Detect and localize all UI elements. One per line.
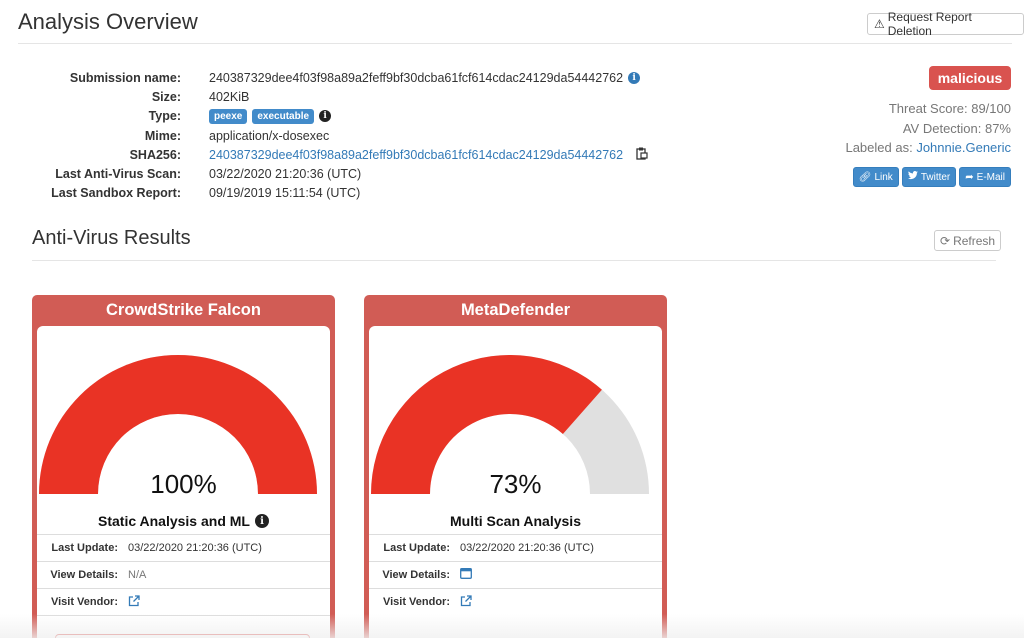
size-label: Size:	[151, 89, 181, 104]
link-icon: 🔗︎	[858, 171, 872, 183]
last-update-label: Last Update:	[383, 542, 450, 554]
av-detection: AV Detection: 87%	[902, 120, 1011, 136]
info-icon[interactable]: i	[319, 110, 332, 123]
visit-vendor-label: Visit Vendor:	[50, 596, 118, 608]
visit-vendor-row: Visit Vendor:	[369, 588, 662, 615]
clipboard-icon[interactable]	[636, 147, 648, 163]
last-av-scan-label: Last Anti-Virus Scan:	[55, 167, 181, 182]
detection-percent: 73%	[489, 469, 542, 499]
view-details-value: N/A	[128, 569, 147, 581]
engine-name-label: Multi Scan Analysis	[450, 513, 581, 529]
labeled-as: Labeled as: Johnnie.Generic	[845, 138, 1011, 158]
sha256-link[interactable]: 240387329dee4f03f98a89a2feff9bf30dcba61f…	[209, 148, 623, 162]
size-row: Size: 402KiB	[30, 87, 648, 106]
last-sandbox-row: Last Sandbox Report: 09/19/2019 15:11:54…	[30, 184, 648, 203]
view-details-label: View Details:	[382, 569, 450, 581]
av-results-title: Anti-Virus Results	[32, 227, 191, 249]
warning-icon: ⚠	[874, 17, 885, 31]
type-label: Type:	[148, 109, 181, 124]
refresh-label: Refresh	[953, 233, 996, 248]
last-update-label: Last Update:	[51, 542, 118, 554]
mime-row: Mime: application/x-dosexec	[30, 126, 648, 145]
window-icon[interactable]	[460, 568, 472, 582]
request-report-deletion-label: Request Report Deletion	[887, 10, 972, 38]
share-arrow-icon: ➦	[965, 171, 974, 183]
last-av-scan-row: Last Anti-Virus Scan: 03/22/2020 21:20:3…	[30, 164, 648, 183]
type-tag-peexe[interactable]: peexe	[209, 108, 248, 124]
last-av-scan-value: 03/22/2020 21:20:36 (UTC)	[209, 167, 362, 182]
view-details-label: View Details:	[50, 569, 118, 581]
last-sandbox-value: 09/19/2019 15:11:54 (UTC)	[209, 186, 361, 201]
page-title: Analysis Overview	[18, 9, 198, 34]
scroll-fade	[0, 614, 1024, 638]
size-value: 402KiB	[209, 89, 250, 104]
detection-percent: 100%	[150, 469, 217, 499]
refresh-icon: ⟳	[940, 233, 951, 248]
external-link-icon[interactable]	[460, 594, 472, 610]
av-card-vendor: CrowdStrike Falcon	[106, 301, 261, 319]
visit-vendor-label: Visit Vendor:	[382, 596, 450, 608]
labeled-as-prefix: Labeled as:	[845, 140, 913, 155]
sha256-row: SHA256: 240387329dee4f03f98a89a2feff9bf3…	[30, 145, 648, 164]
last-update-value: 03/22/2020 21:20:36 (UTC)	[128, 542, 262, 554]
type-tag-executable[interactable]: executable	[252, 108, 315, 124]
share-buttons: 🔗︎ Link Twitter ➦ E-Mail	[852, 167, 1011, 187]
external-link-icon[interactable]	[128, 594, 140, 610]
submission-details: Submission name: 240387329dee4f03f98a89a…	[30, 68, 648, 203]
info-icon[interactable]: i	[254, 514, 269, 528]
share-link-label: Link	[874, 171, 893, 183]
view-details-row: View Details:	[369, 561, 662, 588]
engine-name: Multi Scan Analysis	[369, 513, 662, 529]
mime-label: Mime:	[144, 128, 181, 143]
share-email-button[interactable]: ➦ E-Mail	[959, 167, 1011, 187]
labeled-as-link[interactable]: Johnnie.Generic	[916, 140, 1011, 155]
verdict-badge: malicious	[929, 66, 1011, 90]
share-link-button[interactable]: 🔗︎ Link	[852, 167, 899, 187]
threat-score: Threat Score: 89/100	[888, 101, 1011, 116]
submission-name-label: Submission name:	[69, 70, 181, 85]
threat-summary: Threat Score: 89/100 AV Detection: 87% L…	[845, 99, 1011, 158]
type-row: Type: peexe executable i	[30, 107, 648, 126]
twitter-icon	[907, 171, 918, 183]
av-card-metadefender: MetaDefender 73% Multi Scan Analysis Las…	[364, 295, 667, 638]
visit-vendor-row: Visit Vendor:	[37, 588, 330, 615]
mime-value: application/x-dosexec	[209, 128, 330, 143]
view-details-row: View Details: N/A	[37, 561, 330, 588]
info-icon[interactable]: i	[628, 71, 641, 84]
av-card-vendor: MetaDefender	[460, 301, 571, 319]
share-twitter-label: Twitter	[920, 171, 951, 183]
sha256-label: SHA256:	[129, 147, 181, 162]
engine-name: Static Analysis and ML i	[37, 513, 330, 529]
av-card-crowdstrike: CrowdStrike Falcon 100% Static Analysis …	[32, 295, 335, 638]
last-update-value: 03/22/2020 21:20:36 (UTC)	[460, 542, 594, 554]
last-update-row: Last Update: 03/22/2020 21:20:36 (UTC)	[37, 534, 330, 561]
divider	[18, 43, 1012, 44]
request-report-deletion-button[interactable]: ⚠ Request Report Deletion	[867, 10, 1024, 38]
submission-name-row: Submission name: 240387329dee4f03f98a89a…	[30, 68, 648, 87]
submission-name-value: 240387329dee4f03f98a89a2feff9bf30dcba61f…	[209, 70, 624, 85]
last-update-row: Last Update: 03/22/2020 21:20:36 (UTC)	[369, 534, 662, 561]
share-twitter-button[interactable]: Twitter	[901, 167, 957, 187]
divider	[32, 260, 996, 261]
share-email-label: E-Mail	[976, 171, 1005, 183]
engine-name-label: Static Analysis and ML	[98, 513, 250, 529]
refresh-button[interactable]: ⟳ Refresh	[934, 230, 1002, 251]
last-sandbox-label: Last Sandbox Report:	[51, 186, 181, 201]
